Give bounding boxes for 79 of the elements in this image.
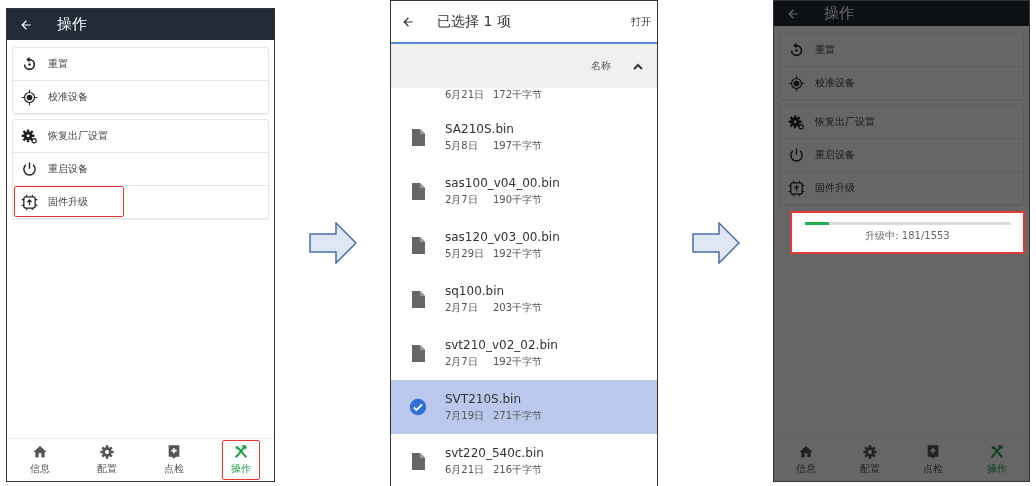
file-row[interactable]: sq100.bin 2月7日 203千字节 [391,272,657,326]
file-icon [411,290,425,308]
file-name: SVT210S.bin [445,391,523,406]
file-row[interactable]: sas100_v04_00.bin 2月7日 190千字节 [391,164,657,218]
file-date: 2月7日 [445,192,479,207]
check-circle-icon [409,398,427,416]
file-size: 190千字节 [493,192,543,207]
file-date: 2月7日 [445,354,479,369]
file-size: 192千字节 [493,246,543,261]
file-date: 6月21日 [445,88,486,102]
right-arrow-icon [308,222,357,264]
file-row[interactable]: sas120_v03_00.bin 5月29日 192千字节 [391,218,657,272]
gear-icon [861,444,878,460]
chip-upload-icon [788,179,805,197]
menu-label: 重启设备 [48,162,88,176]
open-button[interactable]: 打开 [631,14,651,29]
tools-icon [232,444,249,460]
file-date: 6月21日 [445,462,486,477]
gears-icon [788,113,805,131]
file-size: 271千字节 [493,408,543,423]
tools-icon [989,444,1006,460]
power-icon [788,146,805,164]
progress-text: 升级中: 181/1553 [865,229,950,243]
screen-title: 操作 [57,15,87,34]
reset-icon [21,55,38,73]
file-icon [411,236,425,254]
caret-up-icon[interactable] [633,62,643,70]
selection-title: 已选择 1 项 [437,12,512,31]
nav-tab[interactable]: 信息 [21,440,60,480]
screen-title: 操作 [824,4,854,23]
right-arrow-icon [691,222,740,264]
crosshair-icon [21,88,38,106]
crosshair-icon [788,74,805,92]
file-date: 5月29日 [445,246,486,261]
file-date: 7月19日 [445,408,486,423]
file-name: sas120_v03_00.bin [445,229,560,244]
menu-label: 校准设备 [815,76,855,90]
file-name: svt220_540c.bin [445,445,544,460]
file-row[interactable]: svt210_v02_02.bin 2月7日 192千字节 [391,326,657,380]
gear-icon [99,444,116,460]
file-icon [411,344,425,362]
file-name: svt210_v02_02.bin [445,337,558,352]
file-row[interactable]: svt220_540c.bin 6月21日 216千字节 [391,434,657,486]
reset-icon [788,41,805,59]
menu-label: 校准设备 [48,90,88,104]
file-icon [411,128,425,146]
file-date: 2月7日 [445,300,479,315]
power-icon [21,160,38,178]
menu-label: 固件升级 [48,195,88,209]
gears-icon [21,127,38,145]
home-icon [32,444,49,460]
menu-label: 固件升级 [815,181,855,195]
chip-upload-icon [21,193,38,211]
nav-tab[interactable]: 配置 [88,440,127,480]
file-icon [411,182,425,200]
file-size: 192千字节 [493,354,543,369]
file-name: sq100.bin [445,283,506,298]
file-size: 197千字节 [493,138,543,153]
home-icon [797,444,814,460]
nav-tab[interactable]: 点检 [154,440,193,480]
file-size: 216千字节 [493,462,543,477]
file-size: 203千字节 [493,300,543,315]
file-row[interactable]: SA210S.bin 5月8日 197千字节 [391,110,657,164]
file-size: 172千字节 [493,88,543,102]
menu-item[interactable]: 重置 [13,48,268,80]
menu-label: 重置 [48,57,68,71]
file-name: SA210S.bin [445,121,515,136]
menu-item[interactable]: 校准设备 [13,80,268,113]
file-icon [411,452,425,470]
file-date: 5月8日 [445,138,479,153]
menu-label: 恢复出厂设置 [815,115,875,129]
menu-item[interactable]: 固件升级 [13,185,268,218]
file-name: sas100_v04_00.bin [445,175,560,190]
nav-tab[interactable]: 操作 [221,440,260,480]
sort-label[interactable]: 名称 [591,59,611,73]
menu-item[interactable]: 重启设备 [13,152,268,185]
file-row[interactable]: SVT210S.bin 7月19日 271千字节 [391,380,657,434]
menu-label: 恢复出厂设置 [48,129,108,143]
menu-item[interactable]: 恢复出厂设置 [13,120,268,152]
